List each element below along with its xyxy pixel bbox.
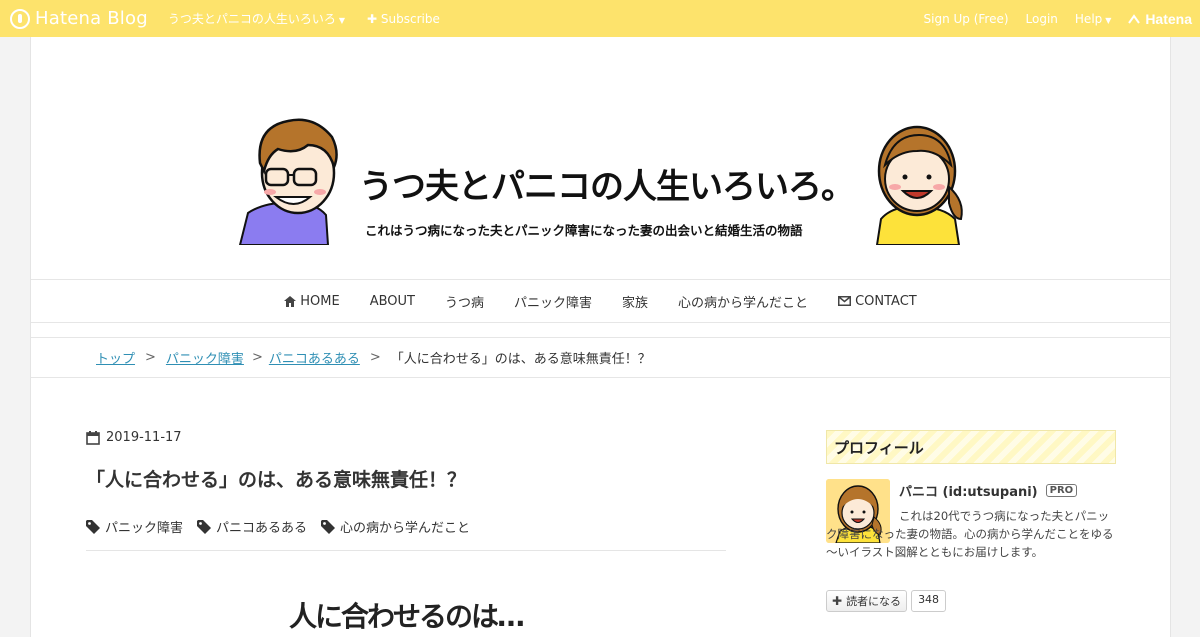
- hatena-logo[interactable]: Hatena: [1128, 11, 1192, 27]
- profile-name[interactable]: パニコ (id:utsupani) PRO: [899, 481, 1078, 500]
- category-label: 心の病から学んだこと: [340, 521, 471, 536]
- subscribe-reader-row: ✚ 読者になる 348: [826, 590, 947, 612]
- logo-text: Hatena Blog: [35, 8, 148, 29]
- blog-subtitle: これはうつ病になった夫とパニック障害になった妻の出会いと結婚生活の物語: [365, 223, 803, 238]
- tag-icon: [197, 519, 212, 534]
- subscribe-label: Subscribe: [380, 11, 440, 26]
- entry-categories: パニック障害 パニコあるある 心の病から学んだこと: [86, 517, 470, 536]
- subscribe-button[interactable]: ✚ Subscribe: [367, 12, 440, 26]
- wife-illustration: [875, 125, 963, 245]
- caret-down-icon: ▼: [1105, 15, 1112, 25]
- tag-icon: [86, 519, 100, 534]
- nav-home[interactable]: HOME: [284, 293, 340, 309]
- blog-name-menu[interactable]: うつ夫とパニコの人生いろいろ ▼: [168, 10, 345, 27]
- help-menu[interactable]: Help ▼: [1075, 12, 1112, 26]
- article-hero-image-text: 人に合わせるのは…: [289, 600, 525, 633]
- breadcrumb: トップ > パニック障害 > パニコあるある > 「人に合わせる」のは、ある意味…: [31, 338, 1170, 378]
- divider: [86, 550, 726, 551]
- category-label: パニコあるある: [216, 521, 308, 536]
- help-label: Help: [1074, 11, 1103, 26]
- tag-icon: [321, 519, 336, 534]
- breadcrumb-separator: >: [145, 350, 156, 365]
- profile-name-text: パニコ (id:utsupani): [899, 485, 1038, 500]
- nav-about[interactable]: ABOUT: [370, 294, 415, 309]
- nav-contact-label: CONTACT: [855, 293, 917, 309]
- plus-icon: ✚: [367, 11, 378, 26]
- calendar-icon: [86, 430, 100, 445]
- hatena-mark-icon: [1128, 13, 1141, 24]
- blog-title[interactable]: うつ夫とパニコの人生いろいろ。: [359, 159, 855, 208]
- nav-panic-disorder[interactable]: パニック障害: [514, 292, 592, 311]
- reader-count[interactable]: 348: [911, 590, 947, 612]
- breadcrumb-panico-aruaru[interactable]: パニコあるある: [269, 348, 360, 367]
- envelope-icon: [838, 296, 852, 306]
- blog-header[interactable]: うつ夫とパニコの人生いろいろ。 これはうつ病になった夫とパニック障害になった妻の…: [31, 37, 1170, 280]
- hatena-blog-logo[interactable]: Hatena Blog: [10, 8, 148, 29]
- login-link[interactable]: Login: [1026, 12, 1058, 26]
- category-label: パニック障害: [105, 521, 184, 536]
- nav-family[interactable]: 家族: [622, 292, 648, 311]
- sidebar-profile-heading: プロフィール: [826, 430, 1116, 464]
- breadcrumb-current: 「人に合わせる」のは、ある意味無責任！？: [390, 352, 651, 367]
- profile-description: これは20代でうつ病になった夫とパニック障害になった妻の物語。心の病から学んだこ…: [826, 509, 1114, 559]
- hatena-blog-logo-icon: [10, 8, 30, 29]
- nav-contact[interactable]: CONTACT: [838, 294, 917, 309]
- category-panico-aruaru[interactable]: パニコあるある: [197, 517, 307, 536]
- plus-icon: ✚: [832, 594, 843, 608]
- home-icon: [284, 295, 297, 307]
- hatena-logo-text: Hatena: [1145, 10, 1192, 27]
- blog-name-label: うつ夫とパニコの人生いろいろ: [167, 12, 336, 26]
- become-reader-label: 読者になる: [846, 595, 902, 608]
- breadcrumb-separator: >: [251, 350, 263, 365]
- global-header: Hatena Blog うつ夫とパニコの人生いろいろ ▼ ✚ Subscribe …: [0, 0, 1200, 37]
- account-links: Sign Up (Free) Login Help ▼ Hatena: [924, 0, 1193, 37]
- sidebar-heading-text: プロフィール: [834, 438, 924, 457]
- entry-title[interactable]: 「人に合わせる」のは、ある意味無責任！？: [86, 465, 466, 492]
- husband-illustration: [238, 118, 338, 245]
- main-container: うつ夫とパニコの人生いろいろ。 これはうつ病になった夫とパニック障害になった妻の…: [30, 37, 1171, 637]
- breadcrumb-top[interactable]: トップ: [96, 348, 135, 367]
- entry-date[interactable]: 2019-11-17: [86, 430, 182, 445]
- category-panic-disorder[interactable]: パニック障害: [86, 517, 183, 536]
- caret-down-icon: ▼: [338, 16, 346, 25]
- breadcrumb-separator: >: [369, 350, 381, 365]
- nav-home-label: HOME: [300, 293, 340, 309]
- signup-link[interactable]: Sign Up (Free): [924, 12, 1009, 26]
- category-lessons[interactable]: 心の病から学んだこと: [321, 517, 470, 536]
- global-nav: HOME ABOUT うつ病 パニック障害 家族 心の病から学んだこと CONT…: [31, 280, 1170, 323]
- nav-lessons[interactable]: 心の病から学んだこと: [678, 292, 808, 311]
- nav-spacer: [31, 323, 1170, 338]
- nav-depression[interactable]: うつ病: [445, 292, 484, 311]
- pro-badge: PRO: [1045, 484, 1078, 497]
- breadcrumb-panic-disorder[interactable]: パニック障害: [166, 348, 244, 367]
- become-reader-button[interactable]: ✚ 読者になる: [826, 590, 908, 612]
- entry-date-text: 2019-11-17: [106, 430, 182, 445]
